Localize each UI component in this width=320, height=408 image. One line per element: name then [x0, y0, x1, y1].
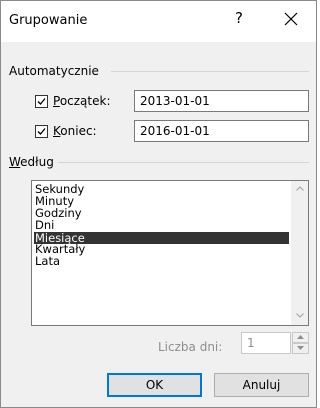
grouping-listbox[interactable]: Sekundy Minuty Godziny Dni Miesiące Kwar… [31, 180, 309, 326]
close-icon [284, 12, 298, 26]
triangle-down-icon [297, 346, 304, 350]
close-button[interactable] [276, 8, 306, 32]
check-icon [37, 98, 46, 105]
list-item[interactable]: Godziny [34, 207, 289, 219]
ok-button[interactable]: OK [107, 373, 202, 397]
list-item[interactable]: Lata [34, 255, 289, 267]
chevron-down-icon [295, 313, 304, 318]
chevron-up-icon [295, 186, 304, 191]
title-bar: Grupowanie ? [1, 1, 316, 42]
days-input[interactable]: 1 [241, 332, 291, 354]
days-spinner[interactable] [292, 332, 309, 354]
help-button[interactable]: ? [229, 9, 249, 27]
dialog-title: Grupowanie [9, 13, 88, 28]
check-icon [37, 128, 46, 135]
end-checkbox[interactable] [35, 125, 48, 138]
spin-up-button[interactable] [292, 332, 309, 343]
auto-group-heading: Automatycznie [9, 64, 99, 78]
end-label: Koniec: [53, 124, 97, 138]
by-group-divider [58, 162, 309, 163]
scroll-down-button[interactable] [291, 308, 308, 325]
start-label: Początek: [53, 94, 111, 108]
list-item[interactable]: Dni [34, 219, 289, 231]
listbox-scrollbar[interactable] [291, 181, 308, 325]
list-item[interactable]: Kwartały [34, 243, 289, 255]
start-checkbox[interactable] [35, 95, 48, 108]
days-label: Liczba dni: [158, 340, 223, 354]
cancel-button[interactable]: Anuluj [214, 373, 309, 397]
start-date-input[interactable]: 2013-01-01 [134, 90, 309, 112]
spin-down-button[interactable] [292, 343, 309, 354]
end-date-input[interactable]: 2016-01-01 [134, 120, 309, 142]
by-group-heading: Według [9, 155, 54, 169]
scroll-up-button[interactable] [291, 181, 308, 198]
grouping-dialog: Grupowanie ? Automatycznie Początek: 201… [0, 0, 317, 408]
triangle-up-icon [297, 335, 304, 339]
auto-group-divider [111, 71, 309, 72]
